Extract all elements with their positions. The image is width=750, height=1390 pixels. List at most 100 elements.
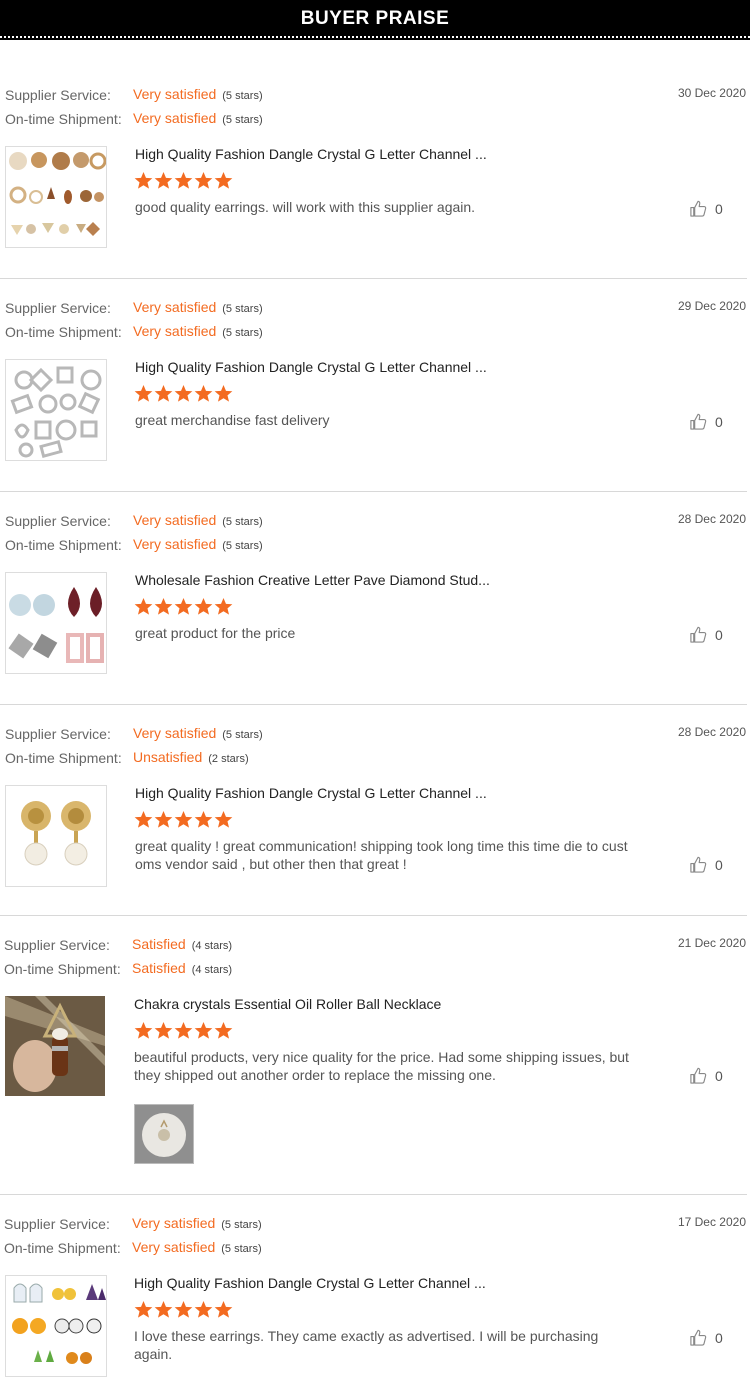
- review-date: 17 Dec 2020: [677, 1215, 746, 1229]
- supplier-rating: Very satisfied (5 stars): [133, 299, 263, 315]
- product-title-link[interactable]: Chakra crystals Essential Oil Roller Bal…: [134, 996, 441, 1012]
- like-count: 0: [715, 200, 723, 217]
- shipment-rating: Satisfied (4 stars): [132, 960, 232, 976]
- supplier-rating-text: Very satisfied: [133, 299, 217, 315]
- shipment-rating-text: Very satisfied: [133, 323, 217, 339]
- thumbs-up-icon: [689, 625, 708, 644]
- supplier-stars-note: (5 stars): [222, 90, 263, 102]
- supplier-service-label: Supplier Service:: [4, 1216, 110, 1232]
- star-icon: [154, 810, 173, 829]
- product-title-link[interactable]: High Quality Fashion Dangle Crystal G Le…: [135, 785, 487, 801]
- shipment-stars-note: (5 stars): [222, 114, 263, 126]
- thumbs-up-icon: [689, 1328, 708, 1347]
- star-icon: [214, 810, 233, 829]
- lion-pearl-earrings-image[interactable]: [5, 785, 107, 887]
- shipment-rating: Very satisfied (5 stars): [133, 536, 263, 552]
- star-icon: [174, 171, 193, 190]
- buyer-praise-banner: BUYER PRAISE: [0, 0, 750, 40]
- shipment-rating: Very satisfied (5 stars): [133, 110, 263, 126]
- like-count: 0: [715, 1067, 723, 1084]
- shipment-stars-note: (5 stars): [222, 327, 263, 339]
- star-icon: [194, 384, 213, 403]
- star-icon: [194, 171, 213, 190]
- like-button[interactable]: 0: [689, 1328, 723, 1347]
- like-button[interactable]: 0: [689, 855, 723, 874]
- shipment-rating-text: Very satisfied: [132, 1239, 216, 1255]
- review-date: 30 Dec 2020: [677, 86, 746, 100]
- review-divider: [0, 491, 747, 492]
- star-icon: [134, 171, 153, 190]
- rhinestone-buckles-image[interactable]: [5, 359, 107, 461]
- like-button[interactable]: 0: [689, 625, 723, 644]
- review-divider: [0, 704, 747, 705]
- shipment-stars-note: (4 stars): [191, 964, 233, 976]
- supplier-stars-note: (4 stars): [191, 940, 233, 952]
- supplier-rating-text: Very satisfied: [133, 512, 217, 528]
- product-title-link[interactable]: High Quality Fashion Dangle Crystal G Le…: [135, 359, 487, 375]
- like-count: 0: [715, 856, 723, 873]
- shipment-rating-text: Very satisfied: [133, 110, 217, 126]
- product-title-link[interactable]: High Quality Fashion Dangle Crystal G Le…: [135, 146, 487, 162]
- supplier-rating-text: Very satisfied: [133, 725, 217, 741]
- supplier-rating-text: Satisfied: [132, 936, 186, 952]
- thumbs-up-icon: [689, 855, 708, 874]
- ontime-shipment-label: On-time Shipment:: [4, 961, 121, 977]
- buyer-photo-image[interactable]: [134, 1104, 194, 1164]
- star-icon: [214, 1021, 233, 1040]
- supplier-rating: Satisfied (4 stars): [132, 936, 232, 952]
- like-button[interactable]: 0: [689, 1066, 723, 1085]
- review-comment: good quality earrings. will work with th…: [135, 199, 476, 215]
- star-icon: [214, 597, 233, 616]
- review-divider: [0, 1194, 747, 1195]
- supplier-stars-note: (5 stars): [222, 516, 263, 528]
- product-star-rating: [134, 1021, 233, 1040]
- product-star-rating: [134, 810, 233, 829]
- star-icon: [134, 1021, 153, 1040]
- supplier-rating: Very satisfied (5 stars): [132, 1215, 262, 1231]
- star-icon: [154, 1300, 173, 1319]
- review-divider: [0, 915, 747, 916]
- thumbs-up-icon: [689, 1066, 708, 1085]
- ontime-shipment-label: On-time Shipment:: [5, 750, 122, 766]
- supplier-service-label: Supplier Service:: [5, 726, 111, 742]
- review-comment: great merchandise fast delivery: [135, 412, 330, 428]
- roller-ball-necklace-image[interactable]: [5, 996, 105, 1096]
- star-icon: [154, 384, 173, 403]
- like-button[interactable]: 0: [689, 412, 723, 431]
- like-count: 0: [715, 626, 723, 643]
- star-icon: [174, 384, 193, 403]
- product-star-rating: [134, 384, 233, 403]
- review-comment: beautiful products, very nice quality fo…: [134, 1049, 629, 1083]
- supplier-service-label: Supplier Service:: [5, 513, 111, 529]
- supplier-service-label: Supplier Service:: [5, 300, 111, 316]
- shipment-rating-text: Very satisfied: [133, 536, 217, 552]
- review-comment: great product for the price: [135, 625, 296, 641]
- like-count: 0: [715, 413, 723, 430]
- thumbs-up-icon: [689, 412, 708, 431]
- earrings-assortment-image[interactable]: [5, 146, 107, 248]
- supplier-rating-text: Very satisfied: [133, 86, 217, 102]
- product-title-link[interactable]: Wholesale Fashion Creative Letter Pave D…: [135, 572, 490, 588]
- shipment-rating-text: Unsatisfied: [133, 749, 203, 765]
- star-icon: [174, 1300, 193, 1319]
- star-icon: [134, 597, 153, 616]
- review-date: 29 Dec 2020: [677, 299, 746, 313]
- review-date: 21 Dec 2020: [677, 936, 746, 950]
- product-title-link[interactable]: High Quality Fashion Dangle Crystal G Le…: [134, 1275, 486, 1291]
- ontime-shipment-label: On-time Shipment:: [4, 1240, 121, 1256]
- supplier-stars-note: (5 stars): [221, 1219, 262, 1231]
- star-icon: [174, 1021, 193, 1040]
- star-icon: [154, 597, 173, 616]
- like-button[interactable]: 0: [689, 199, 723, 218]
- halloween-earrings-image[interactable]: [5, 1275, 107, 1377]
- leather-earrings-image[interactable]: [5, 572, 107, 674]
- star-icon: [194, 810, 213, 829]
- star-icon: [174, 597, 193, 616]
- shipment-rating: Very satisfied (5 stars): [132, 1239, 262, 1255]
- product-star-rating: [134, 597, 233, 616]
- like-count: 0: [715, 1329, 723, 1346]
- shipment-rating: Very satisfied (5 stars): [133, 323, 263, 339]
- star-icon: [214, 171, 233, 190]
- review-divider: [0, 278, 747, 279]
- shipment-stars-note: (5 stars): [222, 540, 263, 552]
